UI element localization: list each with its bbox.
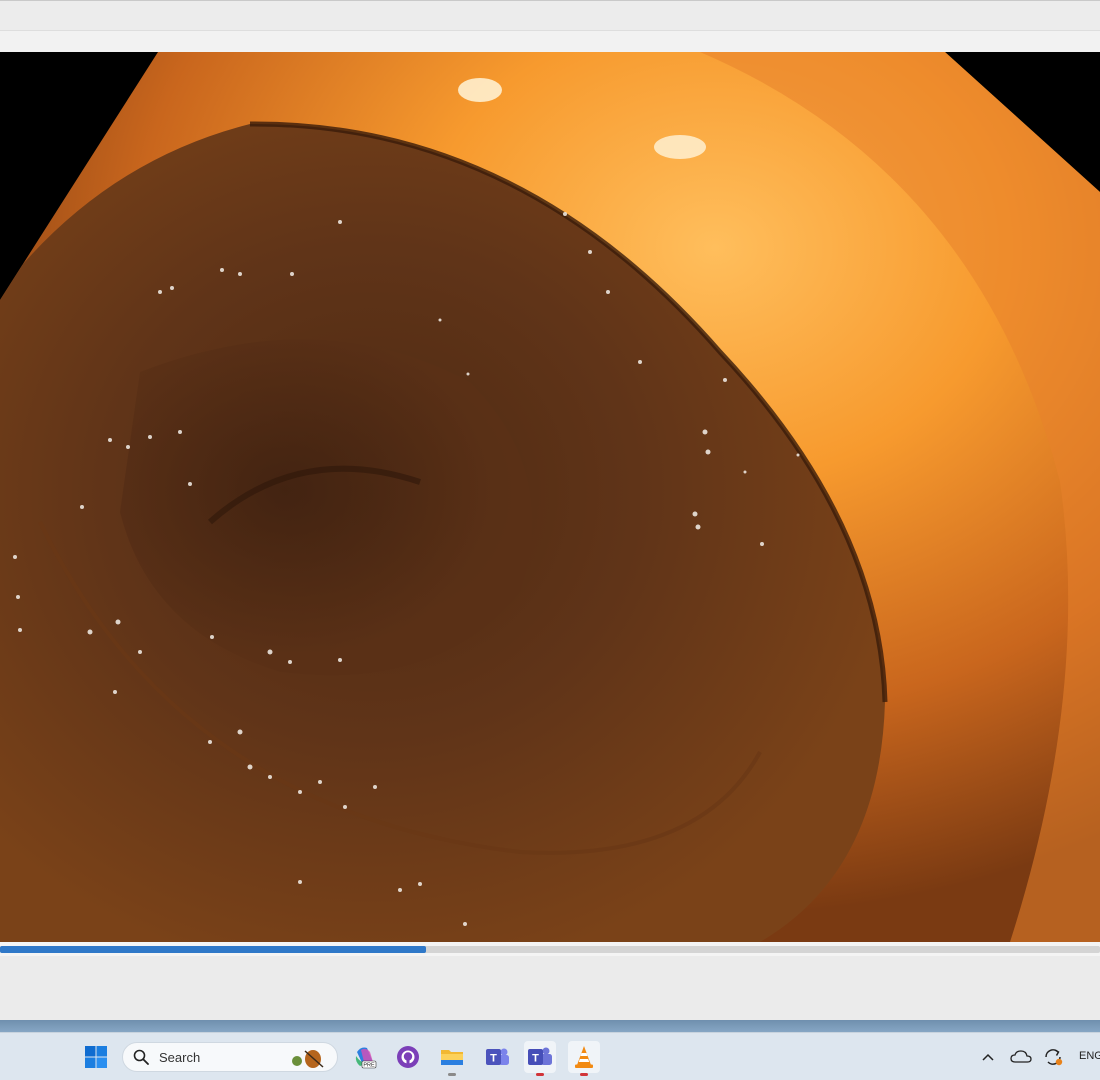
file-explorer-icon[interactable] <box>436 1041 468 1076</box>
running-indicator-vlc <box>580 1073 588 1076</box>
chevron-up-icon[interactable] <box>972 1041 1004 1073</box>
desktop-background <box>0 1020 1100 1032</box>
search-label: Search <box>159 1050 201 1065</box>
search-icon <box>133 1049 149 1065</box>
endoscopy-video-image <box>0 52 1100 942</box>
teams-classic-icon[interactable]: T <box>524 1041 556 1076</box>
taskbar: Search PRE T T ENG <box>0 1032 1100 1080</box>
start-icon[interactable] <box>80 1041 112 1073</box>
github-icon[interactable] <box>392 1041 424 1073</box>
svg-text:T: T <box>490 1053 497 1065</box>
seek-bar-area[interactable] <box>0 942 1100 956</box>
notification-indicator <box>536 1073 544 1076</box>
menu-bar <box>0 31 1100 52</box>
svg-text:T: T <box>532 1053 539 1065</box>
svg-text:PRE: PRE <box>363 1063 375 1069</box>
taskbar-search[interactable]: Search <box>122 1042 338 1072</box>
teams-icon[interactable]: T <box>481 1041 513 1073</box>
player-controls-area <box>0 956 1100 1020</box>
sync-icon[interactable] <box>1037 1041 1069 1073</box>
language-indicator[interactable]: ENG <box>1079 1050 1100 1062</box>
copilot-icon[interactable]: PRE <box>349 1041 381 1073</box>
window-title-bar <box>0 0 1100 31</box>
running-indicator <box>448 1073 456 1076</box>
seek-bar[interactable] <box>0 946 1100 953</box>
onedrive-cloud-icon[interactable] <box>1005 1041 1037 1073</box>
vlc-icon[interactable] <box>568 1041 600 1076</box>
search-highlight-icon <box>292 1050 324 1068</box>
video-frame[interactable] <box>0 52 1100 942</box>
seek-progress <box>0 946 426 953</box>
